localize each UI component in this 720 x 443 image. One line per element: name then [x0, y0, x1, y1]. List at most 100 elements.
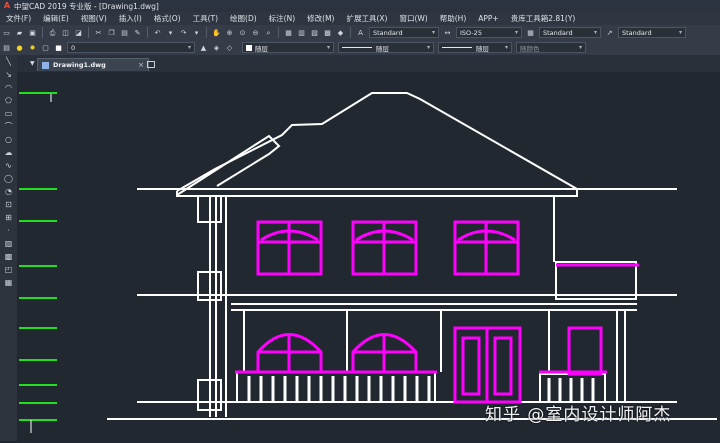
layer-color-icon[interactable]: ■ — [54, 43, 64, 53]
match-properties-icon[interactable]: ✎ — [133, 28, 143, 38]
paste-icon[interactable]: ▤ — [120, 28, 130, 38]
plot-style-select[interactable]: 随颜色 ▾ — [516, 42, 586, 53]
table-style-icon: ▦ — [527, 28, 534, 37]
menu-dimension[interactable]: 标注(N) — [263, 13, 301, 24]
lineweight-preview — [442, 47, 472, 48]
menu-draw[interactable]: 绘图(D) — [224, 13, 263, 24]
menu-window[interactable]: 窗口(W) — [393, 13, 433, 24]
design-center-icon[interactable]: ▥ — [297, 28, 307, 38]
menu-insert[interactable]: 插入(I) — [113, 13, 148, 24]
arc-3pt-icon[interactable]: ⌒ — [0, 120, 17, 133]
railing-balusters — [247, 376, 431, 402]
menu-view[interactable]: 视图(V) — [75, 13, 113, 24]
tab-menu-arrow-icon[interactable]: ▼ — [30, 60, 35, 67]
layer-thaw-sun-icon[interactable]: ✹ — [28, 43, 38, 53]
zoom-window-icon[interactable]: ⊙ — [238, 28, 248, 38]
ellipse-arc-icon[interactable]: ◔ — [0, 185, 17, 198]
redo-icon[interactable]: ↷ — [179, 28, 189, 38]
arc-icon[interactable]: ◠ — [0, 81, 17, 94]
dim-style-select[interactable]: ISO-25 ▾ — [456, 27, 522, 38]
menu-toolbox[interactable]: 贵库工具箱2.81(Y) — [505, 13, 582, 24]
draw-toolbar: ╲ ↘ ◠ ⬠ ▭ ⌒ ○ ☁ ∿ ◯ ◔ ⊡ ⊞ · ▨ ▩ ◰ ▦ — [0, 55, 17, 441]
multileader-style-select[interactable]: Standard ▾ — [618, 27, 686, 38]
spline-icon[interactable]: ∿ — [0, 159, 17, 172]
rectangle-icon[interactable]: ▭ — [0, 107, 17, 120]
window-title: 中望CAD 2019 专业版 - [Drawing1.dwg] — [14, 1, 159, 11]
pan-icon[interactable]: ✋ — [212, 28, 222, 38]
print-preview-icon[interactable]: ◫ — [61, 28, 71, 38]
layers-properties-toolbar: ▤ ● ✹ ▢ ■ 0 ▾ ▲ ◈ ◇ 随层 ▾ 随层 ▾ 随层 ▾ 随颜色 ▾ — [0, 40, 720, 55]
zoom-realtime-icon[interactable]: ⊕ — [225, 28, 235, 38]
layer-on-bulb-icon[interactable]: ● — [15, 43, 25, 53]
table-style-select[interactable]: Standard ▾ — [539, 27, 601, 38]
multileader-style-icon: ↗ — [606, 28, 613, 37]
menu-edit[interactable]: 编辑(E) — [37, 13, 75, 24]
menu-app-plus[interactable]: APP+ — [472, 14, 504, 23]
dim-style-icon: ↔ — [444, 28, 451, 37]
insert-block-icon[interactable]: ⊡ — [0, 198, 17, 211]
toolbar-separator — [350, 27, 351, 38]
gradient-icon[interactable]: ▩ — [0, 250, 17, 263]
roof-outline — [176, 92, 578, 197]
polyline-icon[interactable]: ↘ — [0, 68, 17, 81]
building-elevation — [107, 92, 717, 420]
layer-states-icon[interactable]: ◇ — [225, 43, 235, 53]
region-icon[interactable]: ◰ — [0, 263, 17, 276]
redo-dropdown-icon[interactable]: ▾ — [192, 28, 202, 38]
publish-icon[interactable]: ◪ — [74, 28, 84, 38]
undo-icon[interactable]: ↶ — [153, 28, 163, 38]
layer-manager-icon[interactable]: ▤ — [2, 43, 12, 53]
vertical-ruler — [19, 92, 57, 421]
windows-doors — [235, 220, 639, 404]
drawing-file-icon — [42, 61, 49, 69]
undo-dropdown-icon[interactable]: ▾ — [166, 28, 176, 38]
point-icon[interactable]: · — [0, 224, 17, 237]
circle-icon[interactable]: ○ — [0, 133, 17, 146]
help-icon[interactable]: ◆ — [336, 28, 346, 38]
menu-modify[interactable]: 修改(M) — [301, 13, 340, 24]
ellipse-icon[interactable]: ◯ — [0, 172, 17, 185]
polygon-icon[interactable]: ⬠ — [0, 94, 17, 107]
menu-help[interactable]: 帮助(H) — [434, 13, 473, 24]
open-folder-icon[interactable]: ▰ — [15, 28, 25, 38]
menu-tools[interactable]: 工具(T) — [187, 13, 224, 24]
new-file-icon[interactable]: ▭ — [2, 28, 12, 38]
menu-bar: 文件(F) 编辑(E) 视图(V) 插入(I) 格式(O) 工具(T) 绘图(D… — [0, 12, 720, 25]
color-swatch — [246, 44, 252, 51]
color-select[interactable]: 随层 ▾ — [242, 42, 334, 53]
toolbar-separator — [147, 27, 148, 38]
revision-cloud-icon[interactable]: ☁ — [0, 146, 17, 159]
copy-icon[interactable]: ❐ — [107, 28, 117, 38]
make-object-layer-current-icon[interactable]: ▲ — [199, 43, 209, 53]
lineweight-select[interactable]: 随层 ▾ — [438, 42, 512, 53]
calculator-icon[interactable]: ▩ — [323, 28, 333, 38]
layer-previous-icon[interactable]: ◈ — [212, 43, 222, 53]
print-icon[interactable]: ⎙ — [48, 28, 58, 38]
layer-lock-icon[interactable]: ▢ — [41, 43, 51, 53]
table-icon[interactable]: ▦ — [0, 276, 17, 289]
make-block-icon[interactable]: ⊞ — [0, 211, 17, 224]
zoom-previous-icon[interactable]: ⊖ — [251, 28, 261, 38]
new-tab-icon[interactable] — [147, 61, 155, 68]
line-icon[interactable]: ╲ — [0, 55, 17, 68]
tool-palette-icon[interactable]: ▧ — [310, 28, 320, 38]
close-tab-icon[interactable]: × — [138, 61, 144, 69]
linetype-select[interactable]: 随层 ▾ — [338, 42, 434, 53]
menu-file[interactable]: 文件(F) — [0, 13, 37, 24]
tab-drawing1[interactable]: Drawing1.dwg × — [37, 58, 149, 71]
text-style-select[interactable]: Standard ▾ — [369, 27, 439, 38]
cad-drawing — [19, 92, 717, 433]
properties-icon[interactable]: ▦ — [284, 28, 294, 38]
side-window — [567, 326, 603, 376]
watermark-text: 知乎 @室内设计师阿杰 — [485, 405, 672, 425]
save-icon[interactable]: ▣ — [28, 28, 38, 38]
title-bar: A 中望CAD 2019 专业版 - [Drawing1.dwg] — [0, 0, 720, 12]
menu-extended-tools[interactable]: 扩展工具(X) — [340, 13, 393, 24]
layer-select[interactable]: 0 ▾ — [67, 42, 195, 53]
menu-format[interactable]: 格式(O) — [148, 13, 187, 24]
cut-icon[interactable]: ✂ — [94, 28, 104, 38]
zoom-extents-icon[interactable]: ⌕ — [264, 28, 274, 38]
standard-toolbar: ▭ ▰ ▣ ⎙ ◫ ◪ ✂ ❐ ▤ ✎ ↶ ▾ ↷ ▾ ✋ ⊕ ⊙ ⊖ ⌕ ▦ … — [0, 25, 720, 40]
hatch-icon[interactable]: ▨ — [0, 237, 17, 250]
drawing-canvas[interactable] — [17, 72, 720, 441]
